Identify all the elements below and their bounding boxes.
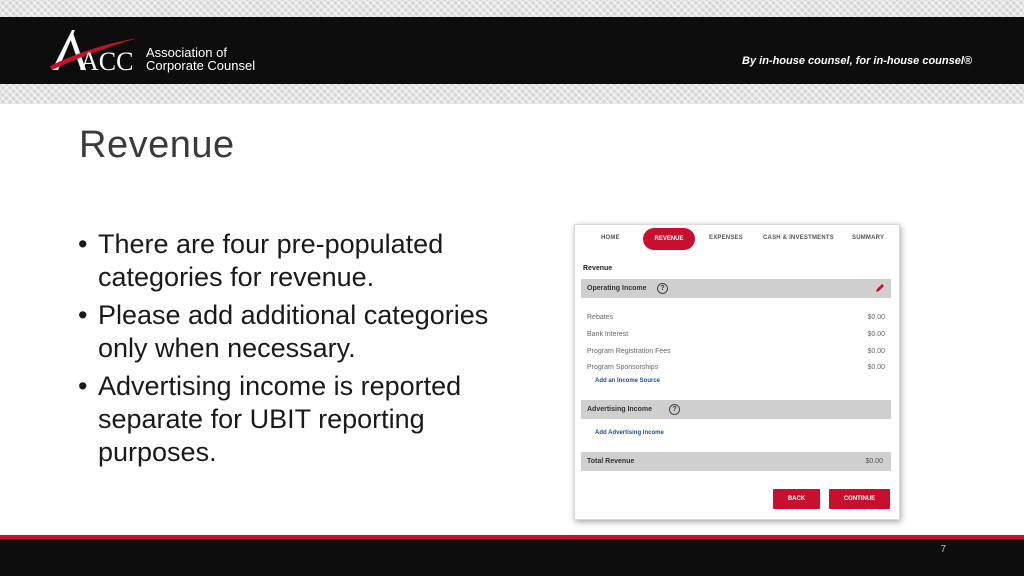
advertising-income-label: Advertising Income [587, 406, 652, 413]
svg-text:ACC: ACC [80, 47, 133, 74]
slide-title: Revenue [79, 124, 235, 166]
row-label-registration-fees: Program Registration Fees [587, 348, 671, 355]
tab-summary[interactable]: SUMMARY [852, 235, 884, 241]
acc-logo: ACC Association of Corporate Counsel [50, 26, 260, 76]
advertising-income-header: Advertising Income ? [581, 400, 891, 419]
row-value-sponsorships: $0.00 [867, 364, 885, 371]
app-screenshot: HOME REVENUE EXPENSES CASH & INVESTMENTS… [574, 224, 900, 520]
operating-income-label: Operating Income [587, 285, 647, 292]
tab-revenue[interactable]: REVENUE [643, 228, 695, 250]
help-circle-icon[interactable]: ? [669, 404, 680, 415]
bullet-item: • There are four pre-populated categories… [78, 228, 518, 294]
footer-bar [0, 539, 1024, 576]
section-title: Revenue [583, 265, 613, 272]
total-revenue-value: $0.00 [865, 458, 883, 465]
tab-cash-investments[interactable]: CASH & INVESTMENTS [763, 235, 834, 241]
back-button[interactable]: BACK [773, 489, 820, 509]
bullet-text: There are four pre-populated categories … [98, 229, 444, 292]
row-label-sponsorships: Program Sponsorships [587, 364, 659, 371]
tab-home[interactable]: HOME [601, 235, 620, 241]
total-revenue-label: Total Revenue [587, 458, 635, 465]
bullet-dot: • [78, 229, 88, 259]
add-advertising-income-link[interactable]: Add Advertising Income [595, 430, 664, 436]
logo-line-2: Corporate Counsel [146, 58, 256, 73]
continue-button[interactable]: CONTINUE [829, 489, 890, 509]
row-label-rebates: Rebates [587, 314, 614, 321]
total-revenue-bar: Total Revenue $0.00 [581, 452, 891, 471]
acc-logo-icon: ACC [50, 30, 138, 74]
nav-tabs: HOME REVENUE EXPENSES CASH & INVESTMENTS… [575, 225, 899, 253]
bullet-dot: • [78, 371, 88, 401]
bullet-item: • Please add additional categories only w… [78, 299, 518, 365]
tab-expenses[interactable]: EXPENSES [709, 235, 743, 241]
help-circle-icon[interactable]: ? [657, 283, 668, 294]
bullet-text: Advertising income is reported separate … [98, 371, 462, 467]
row-value-bank-interest: $0.00 [867, 331, 885, 338]
page-number: 7 [940, 544, 946, 555]
bullet-text: Please add additional categories only wh… [98, 300, 489, 363]
bullet-list: • There are four pre-populated categories… [78, 228, 518, 474]
tagline: By in-house counsel, for in-house counse… [742, 55, 972, 67]
bullet-item: • Advertising income is reported separate… [78, 370, 518, 469]
row-value-rebates: $0.00 [867, 314, 885, 321]
row-value-registration-fees: $0.00 [867, 348, 885, 355]
operating-income-header: Operating Income ? [581, 279, 891, 298]
add-income-source-link[interactable]: Add an Income Source [595, 378, 660, 384]
pencil-icon[interactable] [875, 283, 885, 293]
row-label-bank-interest: Bank Interest [587, 331, 629, 338]
bullet-dot: • [78, 300, 88, 330]
